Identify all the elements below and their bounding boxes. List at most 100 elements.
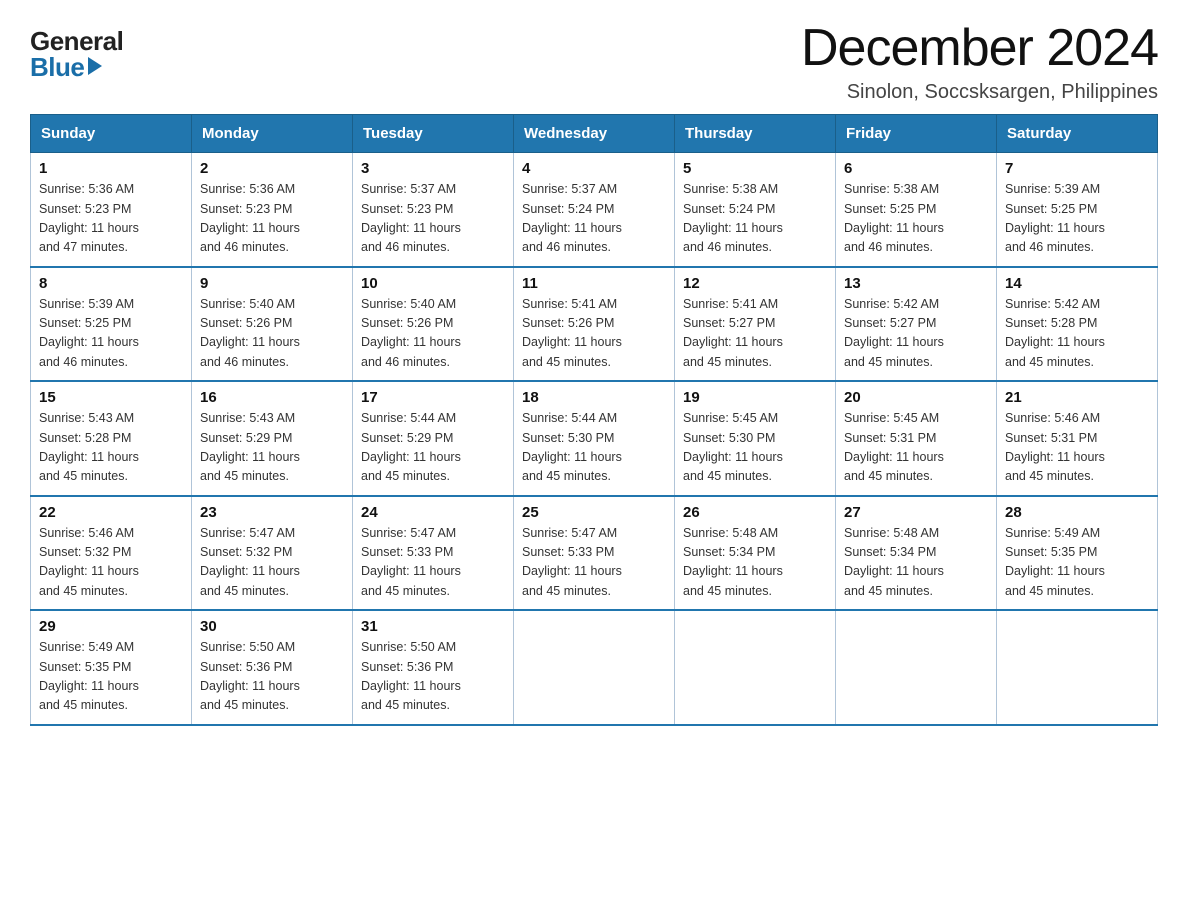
day-number: 21 <box>1005 389 1149 406</box>
day-info: Sunrise: 5:41 AMSunset: 5:26 PMDaylight:… <box>522 297 622 369</box>
day-number: 23 <box>200 504 344 521</box>
calendar-week-row: 29 Sunrise: 5:49 AMSunset: 5:35 PMDaylig… <box>31 610 1158 725</box>
day-number: 25 <box>522 504 666 521</box>
day-number: 2 <box>200 160 344 177</box>
calendar-cell: 29 Sunrise: 5:49 AMSunset: 5:35 PMDaylig… <box>31 610 192 725</box>
logo-triangle-icon <box>88 57 102 75</box>
calendar-cell: 27 Sunrise: 5:48 AMSunset: 5:34 PMDaylig… <box>836 496 997 611</box>
day-number: 29 <box>39 618 183 635</box>
day-number: 4 <box>522 160 666 177</box>
day-info: Sunrise: 5:38 AMSunset: 5:24 PMDaylight:… <box>683 182 783 254</box>
calendar-cell: 22 Sunrise: 5:46 AMSunset: 5:32 PMDaylig… <box>31 496 192 611</box>
day-number: 12 <box>683 275 827 292</box>
calendar-cell: 28 Sunrise: 5:49 AMSunset: 5:35 PMDaylig… <box>997 496 1158 611</box>
calendar-cell: 26 Sunrise: 5:48 AMSunset: 5:34 PMDaylig… <box>675 496 836 611</box>
day-number: 31 <box>361 618 505 635</box>
day-info: Sunrise: 5:41 AMSunset: 5:27 PMDaylight:… <box>683 297 783 369</box>
day-info: Sunrise: 5:46 AMSunset: 5:31 PMDaylight:… <box>1005 411 1105 483</box>
calendar-cell: 30 Sunrise: 5:50 AMSunset: 5:36 PMDaylig… <box>192 610 353 725</box>
calendar-cell: 19 Sunrise: 5:45 AMSunset: 5:30 PMDaylig… <box>675 381 836 496</box>
weekday-header-tuesday: Tuesday <box>353 115 514 153</box>
logo-blue-text: Blue <box>30 54 102 80</box>
calendar-cell: 7 Sunrise: 5:39 AMSunset: 5:25 PMDayligh… <box>997 153 1158 267</box>
day-info: Sunrise: 5:42 AMSunset: 5:27 PMDaylight:… <box>844 297 944 369</box>
day-info: Sunrise: 5:48 AMSunset: 5:34 PMDaylight:… <box>844 526 944 598</box>
day-number: 16 <box>200 389 344 406</box>
day-number: 13 <box>844 275 988 292</box>
day-info: Sunrise: 5:36 AMSunset: 5:23 PMDaylight:… <box>39 182 139 254</box>
weekday-header-thursday: Thursday <box>675 115 836 153</box>
day-info: Sunrise: 5:37 AMSunset: 5:23 PMDaylight:… <box>361 182 461 254</box>
calendar-cell: 31 Sunrise: 5:50 AMSunset: 5:36 PMDaylig… <box>353 610 514 725</box>
day-number: 9 <box>200 275 344 292</box>
day-info: Sunrise: 5:45 AMSunset: 5:31 PMDaylight:… <box>844 411 944 483</box>
calendar-cell: 6 Sunrise: 5:38 AMSunset: 5:25 PMDayligh… <box>836 153 997 267</box>
calendar-cell: 13 Sunrise: 5:42 AMSunset: 5:27 PMDaylig… <box>836 267 997 382</box>
calendar-cell <box>675 610 836 725</box>
weekday-header-friday: Friday <box>836 115 997 153</box>
day-info: Sunrise: 5:44 AMSunset: 5:29 PMDaylight:… <box>361 411 461 483</box>
day-info: Sunrise: 5:46 AMSunset: 5:32 PMDaylight:… <box>39 526 139 598</box>
calendar-cell: 8 Sunrise: 5:39 AMSunset: 5:25 PMDayligh… <box>31 267 192 382</box>
day-info: Sunrise: 5:43 AMSunset: 5:28 PMDaylight:… <box>39 411 139 483</box>
day-number: 30 <box>200 618 344 635</box>
day-info: Sunrise: 5:38 AMSunset: 5:25 PMDaylight:… <box>844 182 944 254</box>
calendar-cell: 21 Sunrise: 5:46 AMSunset: 5:31 PMDaylig… <box>997 381 1158 496</box>
calendar-cell: 11 Sunrise: 5:41 AMSunset: 5:26 PMDaylig… <box>514 267 675 382</box>
day-info: Sunrise: 5:48 AMSunset: 5:34 PMDaylight:… <box>683 526 783 598</box>
day-info: Sunrise: 5:44 AMSunset: 5:30 PMDaylight:… <box>522 411 622 483</box>
day-number: 11 <box>522 275 666 292</box>
day-number: 7 <box>1005 160 1149 177</box>
calendar-cell: 23 Sunrise: 5:47 AMSunset: 5:32 PMDaylig… <box>192 496 353 611</box>
day-info: Sunrise: 5:50 AMSunset: 5:36 PMDaylight:… <box>200 640 300 712</box>
calendar-cell: 10 Sunrise: 5:40 AMSunset: 5:26 PMDaylig… <box>353 267 514 382</box>
calendar-cell <box>836 610 997 725</box>
calendar-cell: 3 Sunrise: 5:37 AMSunset: 5:23 PMDayligh… <box>353 153 514 267</box>
day-number: 24 <box>361 504 505 521</box>
weekday-header-sunday: Sunday <box>31 115 192 153</box>
calendar-cell <box>997 610 1158 725</box>
page-header: General Blue December 2024 Sinolon, Socc… <box>30 20 1158 104</box>
day-number: 5 <box>683 160 827 177</box>
weekday-header-wednesday: Wednesday <box>514 115 675 153</box>
calendar-header-row: SundayMondayTuesdayWednesdayThursdayFrid… <box>31 115 1158 153</box>
day-info: Sunrise: 5:40 AMSunset: 5:26 PMDaylight:… <box>361 297 461 369</box>
day-info: Sunrise: 5:50 AMSunset: 5:36 PMDaylight:… <box>361 640 461 712</box>
calendar-cell <box>514 610 675 725</box>
day-number: 6 <box>844 160 988 177</box>
calendar-cell: 18 Sunrise: 5:44 AMSunset: 5:30 PMDaylig… <box>514 381 675 496</box>
calendar-cell: 16 Sunrise: 5:43 AMSunset: 5:29 PMDaylig… <box>192 381 353 496</box>
day-info: Sunrise: 5:45 AMSunset: 5:30 PMDaylight:… <box>683 411 783 483</box>
day-info: Sunrise: 5:40 AMSunset: 5:26 PMDaylight:… <box>200 297 300 369</box>
day-info: Sunrise: 5:36 AMSunset: 5:23 PMDaylight:… <box>200 182 300 254</box>
calendar-week-row: 15 Sunrise: 5:43 AMSunset: 5:28 PMDaylig… <box>31 381 1158 496</box>
day-number: 27 <box>844 504 988 521</box>
day-number: 20 <box>844 389 988 406</box>
day-number: 10 <box>361 275 505 292</box>
calendar-table: SundayMondayTuesdayWednesdayThursdayFrid… <box>30 114 1158 726</box>
day-info: Sunrise: 5:47 AMSunset: 5:33 PMDaylight:… <box>361 526 461 598</box>
day-info: Sunrise: 5:43 AMSunset: 5:29 PMDaylight:… <box>200 411 300 483</box>
calendar-cell: 15 Sunrise: 5:43 AMSunset: 5:28 PMDaylig… <box>31 381 192 496</box>
calendar-week-row: 1 Sunrise: 5:36 AMSunset: 5:23 PMDayligh… <box>31 153 1158 267</box>
calendar-cell: 25 Sunrise: 5:47 AMSunset: 5:33 PMDaylig… <box>514 496 675 611</box>
calendar-cell: 12 Sunrise: 5:41 AMSunset: 5:27 PMDaylig… <box>675 267 836 382</box>
calendar-cell: 2 Sunrise: 5:36 AMSunset: 5:23 PMDayligh… <box>192 153 353 267</box>
day-info: Sunrise: 5:37 AMSunset: 5:24 PMDaylight:… <box>522 182 622 254</box>
calendar-week-row: 22 Sunrise: 5:46 AMSunset: 5:32 PMDaylig… <box>31 496 1158 611</box>
day-number: 28 <box>1005 504 1149 521</box>
day-info: Sunrise: 5:49 AMSunset: 5:35 PMDaylight:… <box>39 640 139 712</box>
calendar-cell: 14 Sunrise: 5:42 AMSunset: 5:28 PMDaylig… <box>997 267 1158 382</box>
calendar-cell: 20 Sunrise: 5:45 AMSunset: 5:31 PMDaylig… <box>836 381 997 496</box>
day-number: 22 <box>39 504 183 521</box>
day-info: Sunrise: 5:49 AMSunset: 5:35 PMDaylight:… <box>1005 526 1105 598</box>
day-number: 14 <box>1005 275 1149 292</box>
month-title: December 2024 <box>801 20 1158 77</box>
calendar-cell: 5 Sunrise: 5:38 AMSunset: 5:24 PMDayligh… <box>675 153 836 267</box>
day-number: 26 <box>683 504 827 521</box>
location-title: Sinolon, Soccsksargen, Philippines <box>801 81 1158 104</box>
title-block: December 2024 Sinolon, Soccsksargen, Phi… <box>801 20 1158 104</box>
logo-general-text: General <box>30 28 123 54</box>
day-info: Sunrise: 5:39 AMSunset: 5:25 PMDaylight:… <box>1005 182 1105 254</box>
day-number: 18 <box>522 389 666 406</box>
